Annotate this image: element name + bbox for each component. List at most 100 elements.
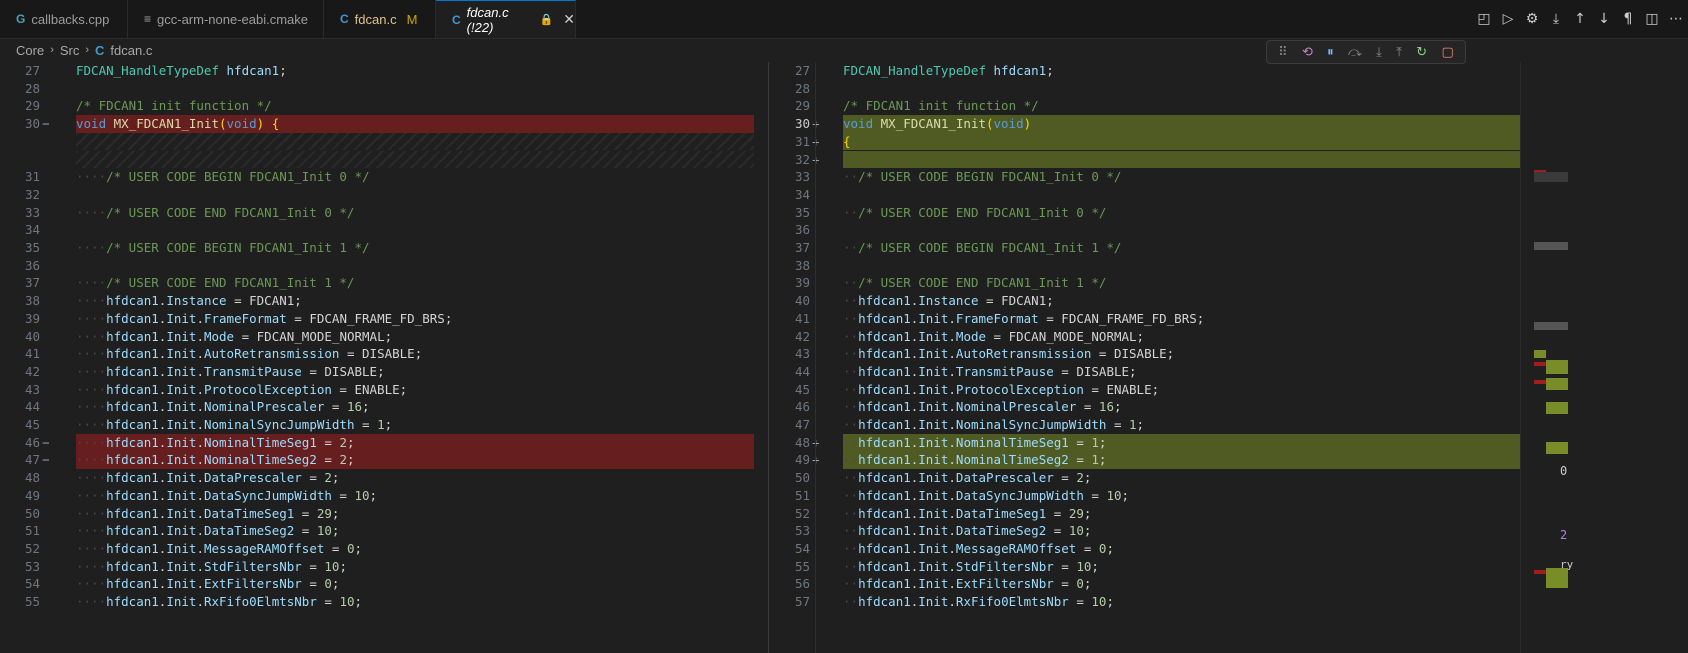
code-line[interactable]: 38 [770,257,1534,275]
code-line[interactable]: 29 /* FDCAN1 init function */ [0,97,766,115]
tab-label: callbacks.cpp [31,11,110,27]
code-line[interactable]: 33 ····/* USER CODE END FDCAN1_Init 0 */ [0,204,766,222]
code-line[interactable]: 43 ····hfdcan1.Init.ProtocolException = E… [0,381,766,399]
code-line[interactable]: 33 ··/* USER CODE BEGIN FDCAN1_Init 0 */ [770,168,1534,186]
restart-icon[interactable]: ↻ [1416,45,1427,60]
stage-icon[interactable]: ⤓ [1544,7,1568,31]
breadcrumb-item-src[interactable]: Src [60,43,80,58]
code-line[interactable]: 34 [0,221,766,239]
code-line[interactable]: 28 [770,80,1534,98]
code-line[interactable]: 32 [0,186,766,204]
code-line[interactable]: 49+··hfdcan1.Init.NominalTimeSeg2 = 1; [770,451,1534,470]
code-line[interactable]: 53 ····hfdcan1.Init.StdFiltersNbr = 10; [0,558,766,576]
left-scrollbar[interactable] [754,62,768,653]
code-line[interactable]: 36 [770,221,1534,239]
chevron-right-icon: › [85,44,90,56]
code-line[interactable]: 39 ····hfdcan1.Init.FrameFormat = FDCAN_F… [0,310,766,328]
step-out-icon[interactable]: ⤒ [1396,45,1402,60]
code-line[interactable]: 29 /* FDCAN1 init function */ [770,97,1534,115]
code-line[interactable]: 30+void MX_FDCAN1_Init(void) [770,115,1534,133]
pause-icon[interactable]: ⏸ [1327,45,1334,60]
diff-divider[interactable] [768,62,769,653]
code-line[interactable]: 48+··hfdcan1.Init.NominalTimeSeg1 = 1; [770,433,1534,452]
breadcrumb-item-core[interactable]: Core [16,43,44,58]
code-line[interactable]: 35 ····/* USER CODE BEGIN FDCAN1_Init 1 *… [0,239,766,257]
tab-fdcan-c[interactable]: C fdcan.c M [324,0,436,38]
drag-handle-icon[interactable]: ⠿ [1278,45,1288,60]
next-change-icon[interactable]: ↓ [1592,7,1616,31]
more-actions-icon[interactable]: ⋯ [1664,7,1688,31]
previous-change-icon[interactable]: ↑ [1568,7,1592,31]
code-line[interactable]: 49 ····hfdcan1.Init.DataSyncJumpWidth = 1… [0,487,766,505]
code-line[interactable]: 35 ··/* USER CODE END FDCAN1_Init 0 */ [770,204,1534,222]
code-line[interactable]: 52 ··hfdcan1.Init.DataTimeSeg1 = 29; [770,505,1534,523]
restart-frame-icon[interactable]: ⟲ [1302,45,1313,60]
code-line[interactable]: 42 ··hfdcan1.Init.Mode = FDCAN_MODE_NORMA… [770,328,1534,346]
stop-icon[interactable]: ▢ [1441,45,1453,60]
code-line[interactable]: 56 ··hfdcan1.Init.ExtFiltersNbr = 0; [770,575,1534,593]
line-number: 41 [24,346,40,362]
code-line[interactable]: 48 ····hfdcan1.Init.DataPrescaler = 2; [0,469,766,487]
code-line[interactable]: 46 ··hfdcan1.Init.NominalPrescaler = 16; [770,398,1534,416]
code-line[interactable]: 50 ··hfdcan1.Init.DataPrescaler = 2; [770,469,1534,487]
step-into-icon[interactable]: ⤓ [1376,45,1382,60]
whitespace-icon[interactable]: ¶ [1616,7,1640,31]
code-line[interactable]: 31+{ [770,132,1534,151]
diff-modified-pane[interactable]: 27 FDCAN_HandleTypeDef hfdcan1; 28 29 /* FDC… [770,62,1534,653]
split-editor-icon[interactable]: ◫ [1640,7,1664,31]
code-line[interactable]: 47 ··hfdcan1.Init.NominalSyncJumpWidth = … [770,416,1534,434]
diff-original-pane[interactable]: 27 FDCAN_HandleTypeDef hfdcan1; 28 29 /* FDC… [0,62,766,653]
open-changes-icon[interactable]: ◰ [1472,7,1496,31]
code-line[interactable]: 28 [0,80,766,98]
code-line[interactable]: 51 ··hfdcan1.Init.DataSyncJumpWidth = 10; [770,487,1534,505]
step-over-icon[interactable]: ⤼ [1348,45,1362,60]
code-line[interactable]: 50 ····hfdcan1.Init.DataTimeSeg1 = 29; [0,505,766,523]
code-line[interactable]: 37 ····/* USER CODE END FDCAN1_Init 1 */ [0,274,766,292]
code-line[interactable]: 42 ····hfdcan1.Init.TransmitPause = DISAB… [0,363,766,381]
code-line[interactable]: 53 ··hfdcan1.Init.DataTimeSeg2 = 10; [770,522,1534,540]
code-text: ··hfdcan1.Init.DataSyncJumpWidth = 10; [843,487,1130,503]
code-line[interactable]: 46− ····hfdcan1.Init.NominalTimeSeg1 = 2; [0,433,766,452]
code-line[interactable]: 41 ····hfdcan1.Init.AutoRetransmission = … [0,345,766,363]
code-line[interactable]: 54 ··hfdcan1.Init.MessageRAMOffset = 0; [770,540,1534,558]
code-line[interactable]: 32+ [770,150,1534,169]
code-line[interactable]: 43 ··hfdcan1.Init.AutoRetransmission = DI… [770,345,1534,363]
code-line[interactable]: 36 [0,257,766,275]
tab-label: fdcan.c (!22) [466,4,509,35]
code-line[interactable]: 45 ··hfdcan1.Init.ProtocolException = ENA… [770,381,1534,399]
code-line[interactable] [0,132,766,151]
code-line[interactable]: 27 FDCAN_HandleTypeDef hfdcan1; [770,62,1534,80]
code-line[interactable]: 44 ··hfdcan1.Init.TransmitPause = DISABLE… [770,363,1534,381]
breadcrumb-item-file[interactable]: fdcan.c [110,43,152,58]
code-line[interactable]: 30− void MX_FDCAN1_Init(void) { [0,115,766,133]
tab-fdcan-c-diff[interactable]: C fdcan.c (!22) 🔒 ✕ [436,0,576,38]
code-line[interactable]: 44 ····hfdcan1.Init.NominalPrescaler = 16… [0,398,766,416]
code-line[interactable]: 40 ····hfdcan1.Init.Mode = FDCAN_MODE_NOR… [0,328,766,346]
code-line[interactable]: 55 ····hfdcan1.Init.RxFifo0ElmtsNbr = 10; [0,593,766,611]
code-line[interactable]: 27 FDCAN_HandleTypeDef hfdcan1; [0,62,766,80]
lock-icon: 🔒 [539,14,554,26]
code-line[interactable]: 55 ··hfdcan1.Init.StdFiltersNbr = 10; [770,558,1534,576]
overview-ruler[interactable] [1520,62,1535,653]
tab-callbacks-cpp[interactable]: G callbacks.cpp [0,0,128,38]
code-line[interactable]: 45 ····hfdcan1.Init.NominalSyncJumpWidth … [0,416,766,434]
modified-indicator: M [406,11,418,27]
code-line[interactable]: 34 [770,186,1534,204]
close-icon[interactable]: ✕ [563,11,575,28]
tab-gcc-cmake[interactable]: ≡ gcc-arm-none-eabi.cmake [128,0,324,38]
code-line[interactable]: 39 ··/* USER CODE END FDCAN1_Init 1 */ [770,274,1534,292]
code-line[interactable]: 41 ··hfdcan1.Init.FrameFormat = FDCAN_FRA… [770,310,1534,328]
code-line[interactable]: 38 ····hfdcan1.Instance = FDCAN1; [0,292,766,310]
code-line[interactable]: 47− ····hfdcan1.Init.NominalTimeSeg2 = 2; [0,451,766,470]
code-line[interactable]: 51 ····hfdcan1.Init.DataTimeSeg2 = 10; [0,522,766,540]
code-line[interactable]: 31 ····/* USER CODE BEGIN FDCAN1_Init 0 *… [0,168,766,186]
code-line[interactable] [0,150,766,169]
code-line[interactable]: 52 ····hfdcan1.Init.MessageRAMOffset = 0; [0,540,766,558]
code-line[interactable]: 37 ··/* USER CODE BEGIN FDCAN1_Init 1 */ [770,239,1534,257]
minimap-area[interactable]: 0 2 ry [1534,62,1688,653]
code-line[interactable]: 40 ··hfdcan1.Instance = FDCAN1; [770,292,1534,310]
code-line[interactable]: 57 ··hfdcan1.Init.RxFifo0ElmtsNbr = 10; [770,593,1534,611]
gear-icon[interactable]: ⚙ [1520,7,1544,31]
code-line[interactable]: 54 ····hfdcan1.Init.ExtFiltersNbr = 0; [0,575,766,593]
run-icon[interactable]: ▷ [1496,7,1520,31]
